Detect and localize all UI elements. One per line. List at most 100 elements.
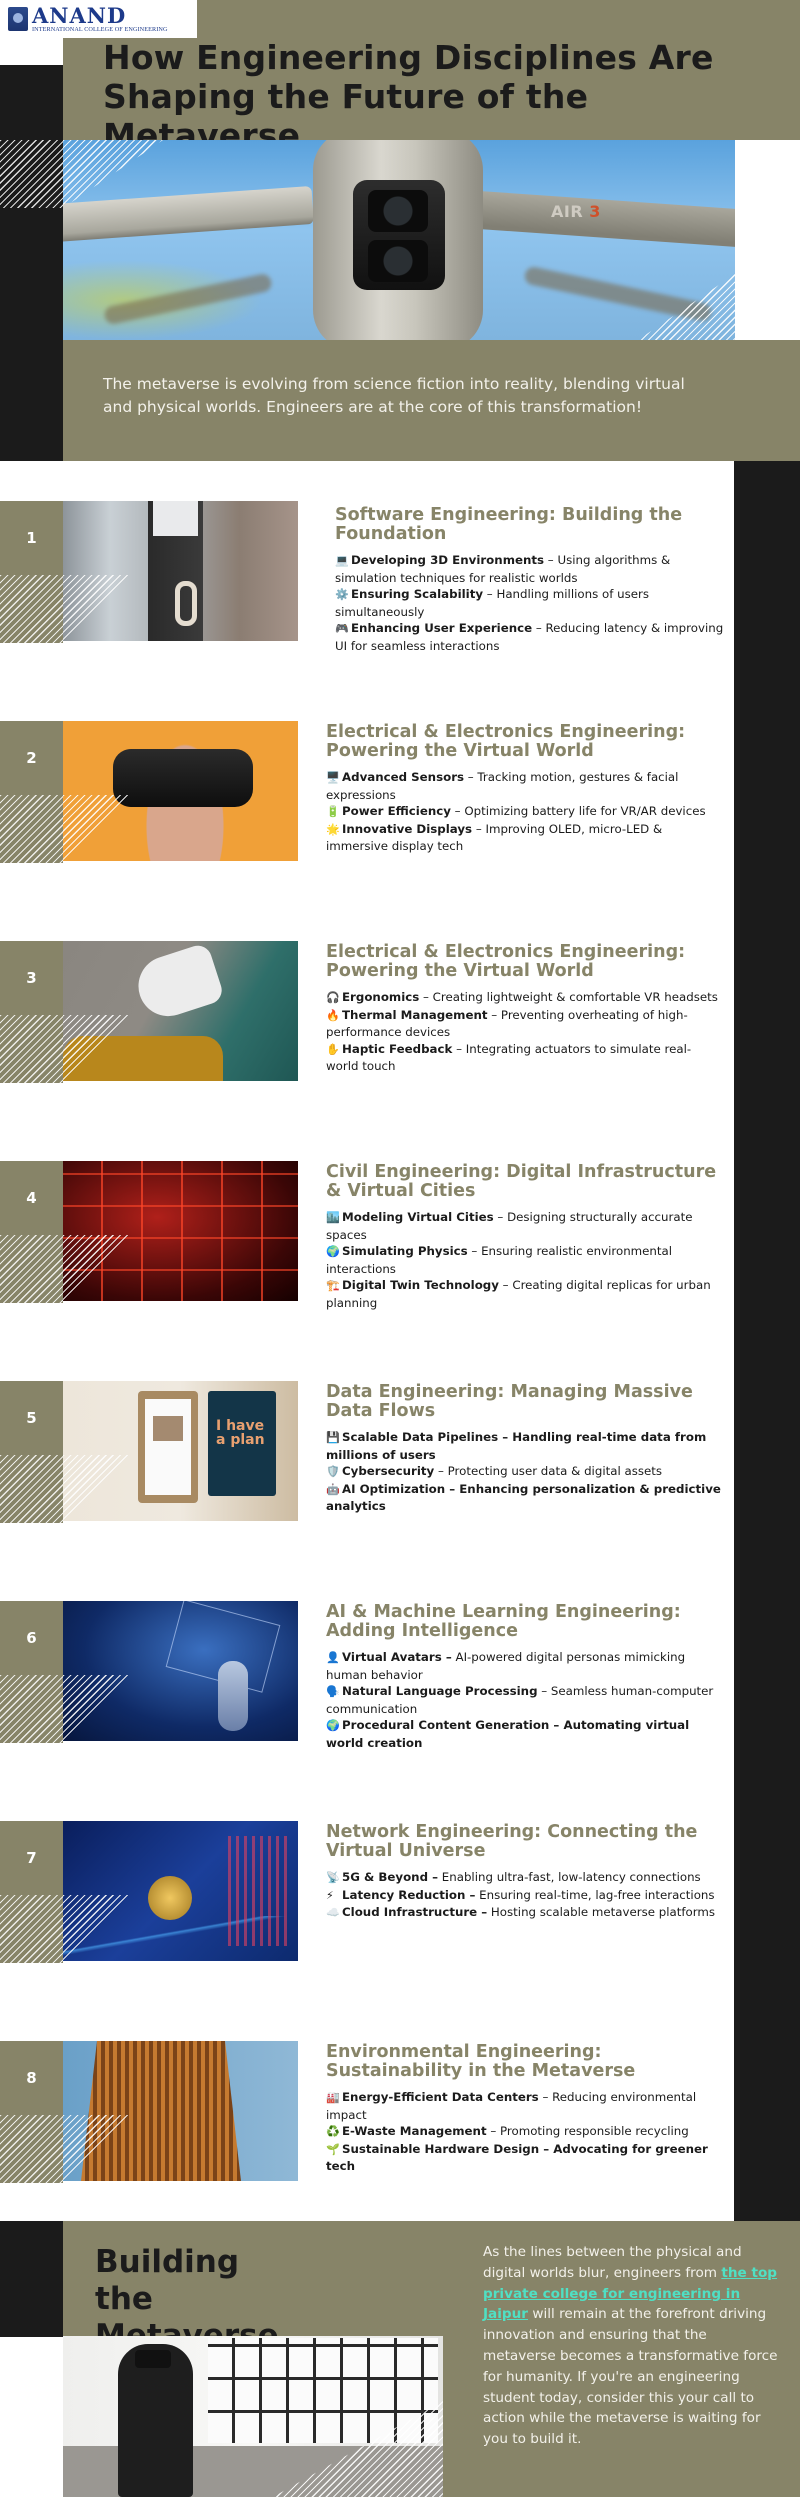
section-image xyxy=(63,1601,298,1741)
section-item: 🛡️ Cybersecurity – Protecting user data &… xyxy=(326,1463,721,1481)
section-title: Data Engineering: Managing Massive Data … xyxy=(326,1382,693,1421)
item-label: Natural Language Processing xyxy=(342,1684,538,1698)
section-item: 🔥 Thermal Management – Preventing overhea… xyxy=(326,1007,721,1041)
section-number: 1 xyxy=(26,529,37,547)
laptop-icon: 💻 xyxy=(335,554,349,567)
section-image xyxy=(63,501,298,641)
item-text: Hosting scalable metaverse platforms xyxy=(487,1905,716,1919)
logo-subtitle: INTERNATIONAL COLLEGE OF ENGINEERING xyxy=(32,25,168,33)
section-item: ⚡ Latency Reduction – Ensuring real-time,… xyxy=(326,1887,721,1905)
section-item: ♻️ E-Waste Management – Promoting respons… xyxy=(326,2123,721,2141)
item-text: Enabling ultra-fast, low-latency connect… xyxy=(438,1870,701,1884)
construction-icon: 🏗️ xyxy=(326,1279,340,1292)
section-item: 🖥️ Advanced Sensors – Tracking motion, ge… xyxy=(326,769,721,803)
section-item: 🎮 Enhancing User Experience – Reducing la… xyxy=(335,620,730,654)
drone-model-label: AIR 3 xyxy=(551,202,601,221)
city-icon: 🏙️ xyxy=(326,1211,340,1224)
section-item: 💻 Developing 3D Environments – Using algo… xyxy=(335,552,730,586)
item-label: Digital Twin Technology xyxy=(342,1278,499,1292)
section-number-box: 6 xyxy=(0,1601,63,1675)
section-item: ⚙️ Ensuring Scalability – Handling millio… xyxy=(335,586,730,620)
section-title: Civil Engineering: Digital Infrastructur… xyxy=(326,1162,717,1201)
section-hatch-pattern xyxy=(0,1455,63,1523)
lightning-icon: ⚡ xyxy=(326,1888,334,1902)
section-items: 💻 Developing 3D Environments – Using algo… xyxy=(335,552,730,654)
headphones-icon: 🎧 xyxy=(326,991,340,1004)
section-number: 8 xyxy=(26,2069,37,2087)
section-content: Data Engineering: Managing Massive Data … xyxy=(326,1383,721,1515)
section-item: 🎧 Ergonomics – Creating lightweight & com… xyxy=(326,989,721,1007)
item-label: Sustainable Hardware Design – Advocating… xyxy=(326,2141,708,2174)
item-text: – Creating lightweight & comfortable VR … xyxy=(419,990,718,1004)
crest-icon xyxy=(8,7,28,31)
section-content: Electrical & Electronics Engineering: Po… xyxy=(326,943,721,1075)
section-title: Software Engineering: Building the Found… xyxy=(335,505,683,544)
section-number: 4 xyxy=(26,1189,37,1207)
section-item: ✋ Haptic Feedback – Integrating actuators… xyxy=(326,1041,721,1075)
section-item: 🌍 Simulating Physics – Ensuring realistic… xyxy=(326,1243,721,1277)
item-label: Innovative Displays xyxy=(342,821,473,836)
section-item: 🏗️ Digital Twin Technology – Creating dig… xyxy=(326,1277,721,1311)
section-title: Environmental Engineering: Sustainabilit… xyxy=(326,2042,636,2081)
section-title: AI & Machine Learning Engineering: Addin… xyxy=(326,1602,681,1641)
conclusion-vr-person-image xyxy=(63,2336,443,2497)
item-label: Haptic Feedback xyxy=(342,1041,453,1056)
section-item: ☁️ Cloud Infrastructure – Hosting scalabl… xyxy=(326,1904,721,1922)
conclusion-left-dark xyxy=(0,2221,63,2337)
item-label: Power Efficiency xyxy=(342,804,451,818)
section-image xyxy=(63,2041,298,2181)
section-hatch-pattern xyxy=(0,795,63,863)
item-label: Enhancing User Experience xyxy=(351,621,533,635)
section-item: 👤 Virtual Avatars – AI-powered digital pe… xyxy=(326,1649,721,1683)
conclusion-text: As the lines between the physical and di… xyxy=(483,2242,783,2450)
floppy-disk-icon: 💾 xyxy=(326,1431,340,1444)
section-item: 📡 5G & Beyond – Enabling ultra-fast, low-… xyxy=(326,1869,721,1887)
robot-icon: 🤖 xyxy=(326,1482,340,1496)
factory-icon: 🏭 xyxy=(326,2091,340,2104)
item-label: Thermal Management xyxy=(342,1007,488,1022)
item-label: Energy-Efficient Data Centers xyxy=(342,2090,539,2104)
section-image xyxy=(63,941,298,1081)
section-items: 🖥️ Advanced Sensors – Tracking motion, ge… xyxy=(326,769,721,855)
logo-name: ANAND xyxy=(32,2,127,28)
section-item: 🔋 Power Efficiency – Optimizing battery l… xyxy=(326,803,721,821)
conclusion-text-after: will remain at the forefront driving inn… xyxy=(483,2306,778,2448)
section-number-box: 8 xyxy=(0,2041,63,2115)
section-item: 🏭 Energy-Efficient Data Centers – Reducin… xyxy=(326,2089,721,2123)
section-number-box: 5 xyxy=(0,1381,63,1455)
section-content: Electrical & Electronics Engineering: Po… xyxy=(326,723,721,855)
item-label: AI Optimization – Enhancing personalizat… xyxy=(326,1481,721,1514)
item-label: Simulating Physics xyxy=(342,1244,468,1258)
left-dark-column xyxy=(0,65,63,145)
right-dark-column xyxy=(734,461,800,2221)
section-number-box: 3 xyxy=(0,941,63,1015)
item-label: Virtual Avatars – xyxy=(342,1650,452,1664)
section-number: 6 xyxy=(26,1629,37,1647)
section-number: 2 xyxy=(26,749,37,767)
item-label: 5G & Beyond – xyxy=(342,1870,439,1884)
college-logo[interactable]: ANAND INTERNATIONAL COLLEGE OF ENGINEERI… xyxy=(0,0,197,38)
section-content: Network Engineering: Connecting the Virt… xyxy=(326,1823,721,1922)
item-text: Ensuring real-time, lag-free interaction… xyxy=(475,1887,715,1902)
hero-drone-image: AIR 3 xyxy=(63,140,735,340)
satellite-antenna-icon: 📡 xyxy=(326,1871,340,1884)
section-number-box: 7 xyxy=(0,1821,63,1895)
item-text: – Promoting responsible recycling xyxy=(486,2124,689,2138)
section-items: 🎧 Ergonomics – Creating lightweight & com… xyxy=(326,989,721,1075)
star-icon: 🌟 xyxy=(326,822,340,836)
hand-icon: ✋ xyxy=(326,1042,340,1056)
globe-icon: 🌍 xyxy=(326,1719,340,1732)
globe-icon: 🌍 xyxy=(326,1245,340,1258)
left-dark-column-lower xyxy=(0,208,63,461)
battery-icon: 🔋 xyxy=(326,805,340,818)
section-items: 💾 Scalable Data Pipelines – Handling real… xyxy=(326,1429,721,1515)
item-label: Ergonomics xyxy=(342,990,420,1004)
item-label: Developing 3D Environments xyxy=(351,553,545,567)
section-hatch-pattern xyxy=(0,1895,63,1963)
section-items: 🏙️ Modeling Virtual Cities – Designing st… xyxy=(326,1209,721,1311)
section-image xyxy=(63,1161,298,1301)
section-items: 👤 Virtual Avatars – AI-powered digital pe… xyxy=(326,1649,721,1751)
section-item: 🏙️ Modeling Virtual Cities – Designing st… xyxy=(326,1209,721,1243)
section-content: AI & Machine Learning Engineering: Addin… xyxy=(326,1603,721,1751)
section-title: Network Engineering: Connecting the Virt… xyxy=(326,1822,698,1861)
